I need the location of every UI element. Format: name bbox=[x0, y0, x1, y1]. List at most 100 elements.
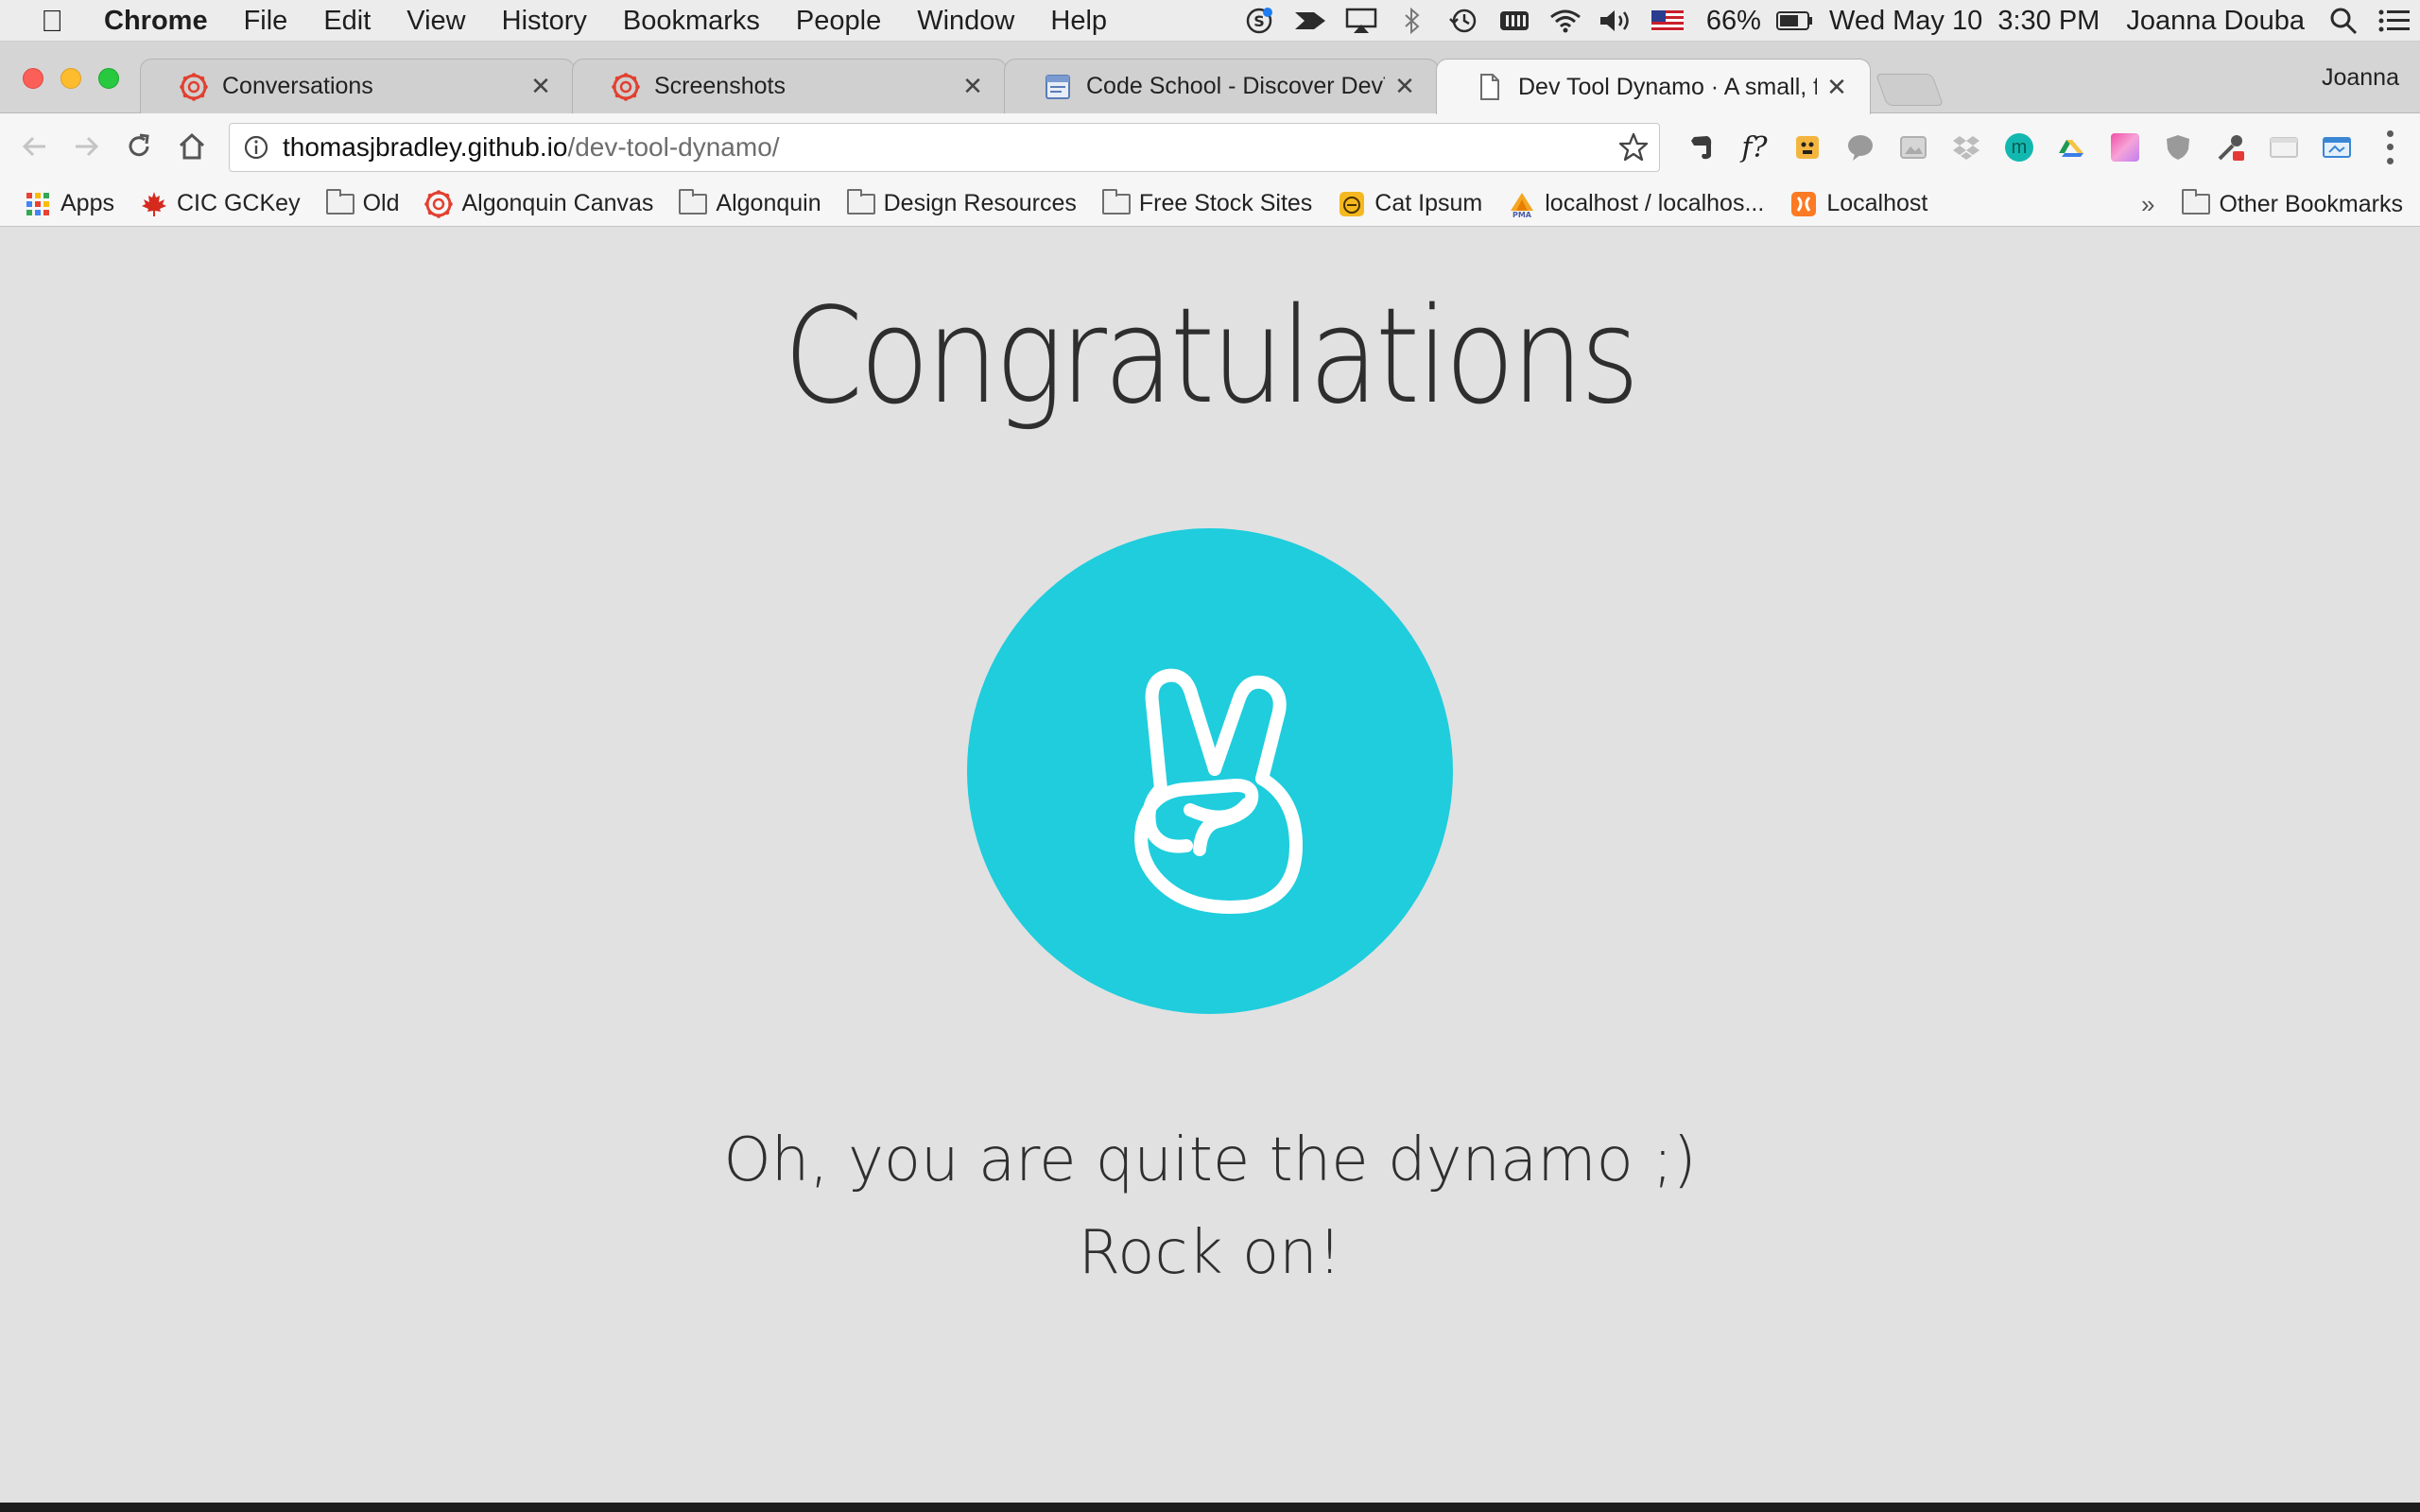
bookmark-cat-ipsum[interactable]: Cat Ipsum bbox=[1337, 190, 1482, 218]
skype-status-icon[interactable]: S bbox=[1234, 0, 1285, 42]
canvas-icon bbox=[424, 189, 454, 218]
eyedropper-extension-icon[interactable] bbox=[2204, 125, 2257, 170]
bookmark-folder-old[interactable]: Old bbox=[325, 188, 400, 218]
image-extension-icon[interactable] bbox=[1887, 125, 1940, 170]
tab-conversations[interactable]: Conversations ✕ bbox=[140, 59, 575, 113]
svg-text:PMA: PMA bbox=[1512, 211, 1532, 218]
maple-leaf-icon bbox=[139, 190, 169, 218]
forward-button[interactable] bbox=[64, 125, 108, 168]
battery-icon[interactable] bbox=[1774, 0, 1816, 42]
page-viewport: Congratulations Oh, you are quite the dy… bbox=[0, 228, 2420, 1503]
bookmark-folder-design-resources[interactable]: Design Resources bbox=[846, 188, 1077, 218]
menu-window[interactable]: Window bbox=[899, 0, 1032, 42]
tab-close-icon[interactable]: ✕ bbox=[1824, 73, 1849, 102]
back-button[interactable] bbox=[13, 125, 57, 168]
bookmark-phpmyadmin[interactable]: PMA localhost / localhos... bbox=[1507, 190, 1764, 218]
bookmark-label: Apps bbox=[60, 190, 114, 216]
bookmark-apps[interactable]: Apps bbox=[23, 190, 114, 218]
whatfont-extension-icon[interactable]: f? bbox=[1728, 125, 1781, 170]
window-extension-icon[interactable] bbox=[2257, 125, 2310, 170]
tab-title: Code School - Discover DevTo bbox=[1086, 73, 1385, 99]
user-name[interactable]: Joanna Douba bbox=[2113, 6, 2318, 37]
menu-edit[interactable]: Edit bbox=[305, 0, 389, 42]
memory-monitor-icon[interactable] bbox=[1489, 0, 1540, 42]
momentum-extension-icon[interactable]: m bbox=[1993, 125, 2046, 170]
bookmark-label: Design Resources bbox=[883, 190, 1077, 216]
wifi-icon[interactable] bbox=[1540, 0, 1591, 42]
google-drive-extension-icon[interactable] bbox=[2046, 125, 2099, 170]
apple-menu-icon[interactable]:  bbox=[0, 0, 104, 42]
tab-strip: Conversations ✕ Screenshots ✕ Code Schoo… bbox=[0, 42, 2420, 114]
more-bookmarks-chevron-icon[interactable]: » bbox=[2141, 190, 2154, 219]
profile-button[interactable]: Joanna bbox=[2322, 64, 2399, 92]
reload-icon bbox=[129, 133, 149, 157]
color-picker-extension-icon[interactable] bbox=[2099, 125, 2152, 170]
spotlight-search-icon[interactable] bbox=[2318, 0, 2369, 42]
bookmark-other-bookmarks[interactable]: Other Bookmarks bbox=[2181, 189, 2403, 218]
minimize-window-button[interactable] bbox=[60, 68, 81, 89]
extensions-area: f? m bbox=[1675, 125, 2363, 170]
dropbox-extension-icon[interactable] bbox=[1940, 125, 1993, 170]
close-window-button[interactable] bbox=[23, 68, 43, 89]
menu-app-name[interactable]: Chrome bbox=[104, 0, 226, 42]
tab-title: Screenshots bbox=[654, 73, 786, 99]
menu-history[interactable]: History bbox=[484, 0, 605, 42]
tab-close-icon[interactable]: ✕ bbox=[1392, 72, 1417, 101]
bluetooth-icon[interactable] bbox=[1387, 0, 1438, 42]
bookmark-cic-gckey[interactable]: CIC GCKey bbox=[139, 190, 301, 218]
chrome-menu-icon[interactable] bbox=[2380, 127, 2399, 168]
tab-dev-tool-dynamo[interactable]: Dev Tool Dynamo · A small, fur ✕ bbox=[1436, 59, 1871, 114]
screenshot-extension-icon[interactable] bbox=[2310, 125, 2363, 170]
peace-hand-icon bbox=[1134, 668, 1303, 914]
url-text[interactable]: thomasjbradley.github.io/dev-tool-dynamo… bbox=[283, 132, 780, 163]
maximize-window-button[interactable] bbox=[98, 68, 119, 89]
folder-icon bbox=[846, 188, 876, 218]
menu-people[interactable]: People bbox=[778, 0, 899, 42]
svg-text:S: S bbox=[1253, 12, 1265, 30]
evernote-extension-icon[interactable] bbox=[1675, 125, 1728, 170]
shield-extension-icon[interactable] bbox=[2152, 125, 2204, 170]
notification-center-icon[interactable] bbox=[2369, 0, 2420, 42]
apps-grid-icon bbox=[23, 190, 53, 218]
clock[interactable]: Wed May 10 3:30 PM bbox=[1816, 6, 2113, 37]
canvas-icon bbox=[611, 72, 641, 102]
bookmark-localhost[interactable]: Localhost bbox=[1789, 190, 1927, 218]
bookmark-folder-free-stock-sites[interactable]: Free Stock Sites bbox=[1101, 188, 1312, 218]
tab-screenshots[interactable]: Screenshots ✕ bbox=[572, 59, 1007, 113]
time-machine-icon[interactable] bbox=[1438, 0, 1489, 42]
transfer-app-icon[interactable] bbox=[1285, 0, 1336, 42]
url-host: thomasjbradley.github.io bbox=[283, 132, 568, 162]
page-layout-icon bbox=[1043, 72, 1073, 102]
speech-bubble-extension-icon[interactable] bbox=[1834, 125, 1887, 170]
url-path: /dev-tool-dynamo/ bbox=[567, 132, 780, 162]
new-tab-button[interactable] bbox=[1875, 74, 1945, 106]
bookmark-label: Other Bookmarks bbox=[2219, 190, 2403, 217]
reload-button[interactable] bbox=[117, 125, 161, 168]
bookmark-algonquin-canvas[interactable]: Algonquin Canvas bbox=[424, 189, 653, 218]
bookmark-label: Cat Ipsum bbox=[1374, 190, 1483, 216]
tab-close-icon[interactable]: ✕ bbox=[960, 72, 985, 101]
home-button[interactable] bbox=[170, 125, 214, 168]
page-heading: Congratulations bbox=[783, 280, 1640, 434]
address-bar[interactable]: thomasjbradley.github.io/dev-tool-dynamo… bbox=[229, 123, 1660, 172]
menu-view[interactable]: View bbox=[389, 0, 483, 42]
bookmark-label: Old bbox=[362, 190, 400, 216]
volume-icon[interactable] bbox=[1591, 0, 1642, 42]
menu-bookmarks[interactable]: Bookmarks bbox=[605, 0, 778, 42]
us-flag-input-icon[interactable] bbox=[1642, 0, 1693, 42]
window-bottom-edge bbox=[0, 1503, 2420, 1512]
tab-close-icon[interactable]: ✕ bbox=[528, 72, 553, 101]
tab-code-school[interactable]: Code School - Discover DevTo ✕ bbox=[1004, 59, 1439, 113]
site-info-icon[interactable] bbox=[230, 134, 283, 161]
menu-file[interactable]: File bbox=[226, 0, 306, 42]
airplay-icon[interactable] bbox=[1336, 0, 1387, 42]
message-line-1: Oh, you are quite the dynamo ;) bbox=[723, 1125, 1697, 1195]
battery-percent: 66% bbox=[1705, 5, 1761, 36]
toggl-extension-icon[interactable] bbox=[1781, 125, 1834, 170]
home-icon bbox=[179, 132, 205, 160]
tab-title: Conversations bbox=[222, 73, 373, 99]
bookmark-folder-algonquin[interactable]: Algonquin bbox=[678, 188, 821, 218]
bookmark-label: CIC GCKey bbox=[176, 190, 301, 216]
bookmark-star-icon[interactable] bbox=[1617, 131, 1650, 163]
menu-help[interactable]: Help bbox=[1032, 0, 1125, 42]
